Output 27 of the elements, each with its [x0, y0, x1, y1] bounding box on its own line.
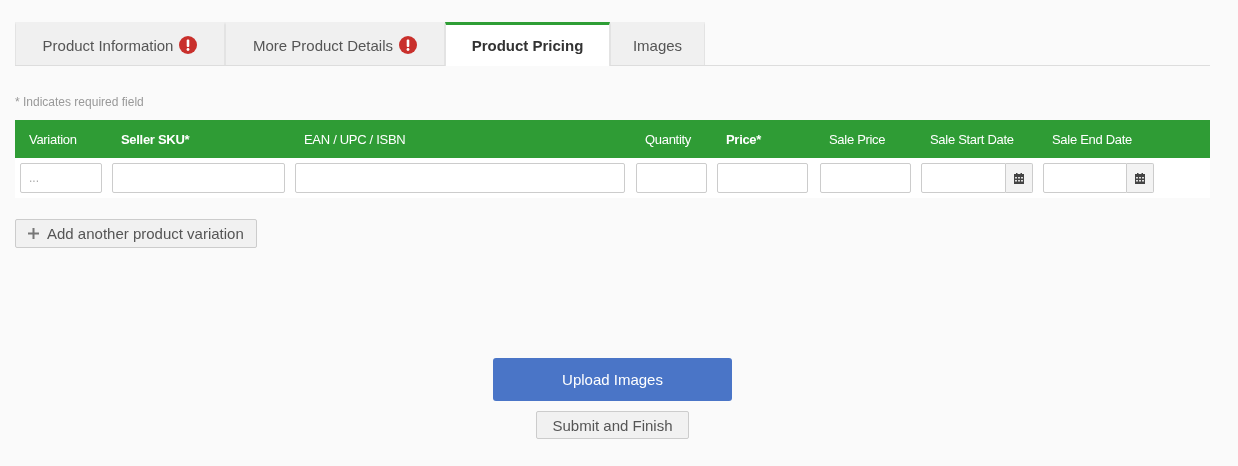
required-note: * Indicates required field: [15, 95, 144, 109]
plus-icon: [28, 228, 39, 239]
input-field[interactable]: [820, 163, 911, 193]
column-header: Sale Price: [828, 131, 887, 147]
column-header: EAN / UPC / ISBN: [303, 131, 407, 147]
tab[interactable]: More Product Details: [225, 22, 445, 65]
tab[interactable]: Product Information: [15, 22, 225, 65]
calendar-icon: [1135, 172, 1145, 184]
upload-images-button[interactable]: Upload Images: [493, 358, 732, 401]
submit-button[interactable]: Submit and Finish: [536, 411, 689, 439]
tab[interactable]: Images: [610, 22, 705, 65]
input-field[interactable]: [295, 163, 625, 193]
column-header: Price*: [725, 131, 763, 147]
column-header: Sale Start Date: [929, 131, 1015, 147]
calendar-icon: [1014, 172, 1024, 184]
date-field[interactable]: [921, 163, 1033, 193]
column-header: Seller SKU*: [120, 131, 191, 147]
tab[interactable]: Product Pricing: [445, 22, 610, 66]
input-field[interactable]: [636, 163, 707, 193]
column-header: Sale End Date: [1051, 131, 1133, 147]
input-field[interactable]: [112, 163, 285, 193]
date-field[interactable]: [1043, 163, 1154, 193]
input-field[interactable]: ...: [20, 163, 102, 193]
add-variation-button[interactable]: Add another product variation: [15, 219, 257, 248]
column-header: Variation: [28, 131, 78, 147]
input-field[interactable]: [717, 163, 808, 193]
column-header: Quantity: [644, 131, 692, 147]
